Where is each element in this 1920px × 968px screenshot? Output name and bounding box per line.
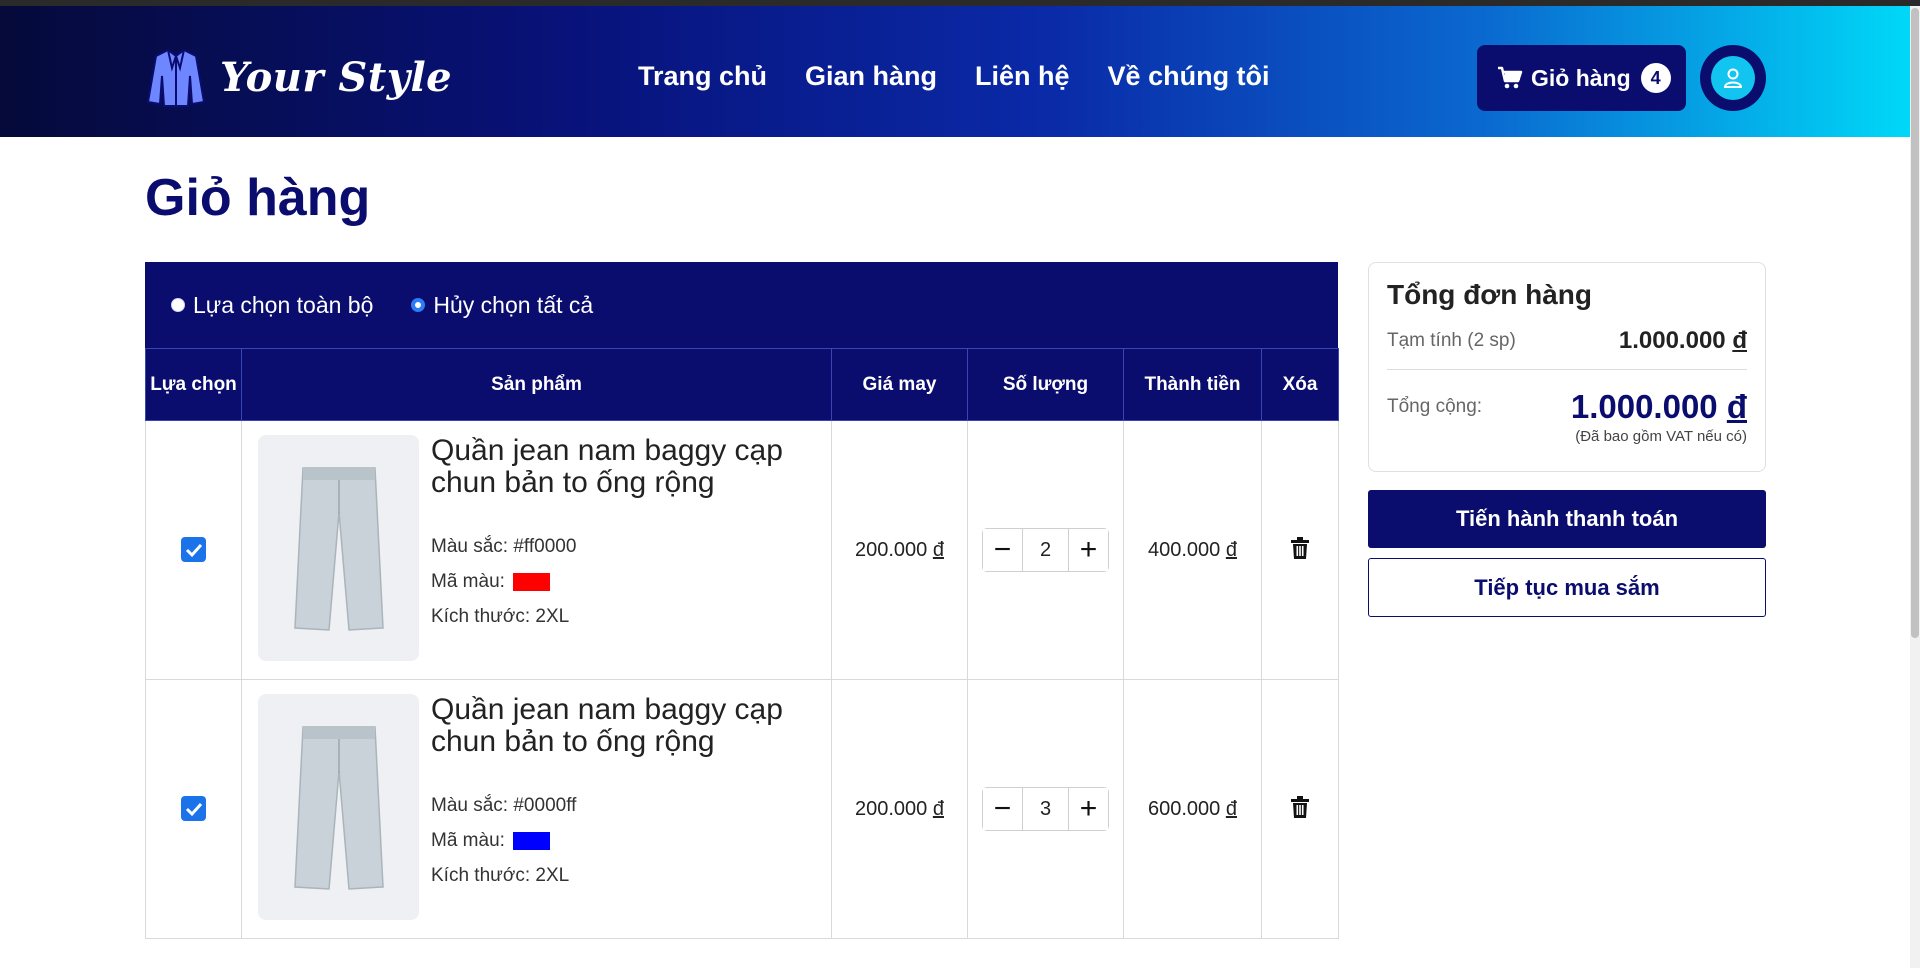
deselect-all-label: Hủy chọn tất cả bbox=[433, 291, 594, 318]
vat-note: (Đã bao gồm VAT nếu có) bbox=[1575, 428, 1747, 445]
unit-price: 200.000 đ bbox=[855, 538, 944, 561]
nav-contact[interactable]: Liên hệ bbox=[975, 61, 1070, 92]
page-title: Giỏ hàng bbox=[145, 169, 371, 227]
select-all-radio[interactable] bbox=[171, 298, 185, 312]
product-color: Màu sắc: #ff0000 bbox=[431, 535, 577, 557]
color-code-label: Mã màu: bbox=[431, 829, 505, 851]
header-total: Thành tiền bbox=[1123, 348, 1262, 421]
product-size: Kích thước: 2XL bbox=[431, 605, 570, 627]
jeans-image-icon bbox=[293, 726, 384, 890]
subtotal-value: 1.000.000 đ bbox=[1618, 327, 1747, 354]
logo[interactable]: Your Style bbox=[146, 46, 452, 108]
table-row: Quần jean nam baggy cạp chun bản to ống … bbox=[145, 420, 1339, 680]
line-total-cell: 600.000 đ bbox=[1123, 679, 1262, 939]
nav-about[interactable]: Về chúng tôi bbox=[1108, 61, 1270, 92]
quantity-stepper: − 3 + bbox=[982, 787, 1109, 831]
user-icon bbox=[1723, 68, 1743, 88]
checkout-button[interactable]: Tiến hành thanh toán bbox=[1368, 490, 1766, 548]
product-size: Kích thước: 2XL bbox=[431, 864, 570, 886]
header-product: Sản phẩm bbox=[241, 348, 832, 421]
deselect-all-option[interactable]: Hủy chọn tất cả bbox=[411, 292, 593, 319]
continue-shopping-button[interactable]: Tiếp tục mua sắm bbox=[1368, 558, 1766, 617]
jacket-logo-icon bbox=[146, 48, 206, 107]
select-cell bbox=[145, 420, 242, 680]
total-label: Tổng cộng: bbox=[1387, 396, 1483, 417]
cart-table-section: Lựa chọn toàn bộ Hủy chọn tất cả Lựa chọ… bbox=[145, 262, 1339, 939]
nav-shop[interactable]: Gian hàng bbox=[805, 61, 937, 92]
color-swatch bbox=[512, 831, 550, 850]
color-swatch bbox=[512, 572, 550, 591]
subtotal-label: Tạm tính (2 sp) bbox=[1387, 330, 1516, 351]
user-account-button[interactable] bbox=[1700, 45, 1766, 111]
decrease-button[interactable]: − bbox=[983, 529, 1022, 571]
quantity-value[interactable]: 2 bbox=[1022, 529, 1069, 571]
increase-button[interactable]: + bbox=[1069, 788, 1108, 830]
total-value: 1.000.000 đ bbox=[1570, 388, 1747, 425]
product-cell: Quần jean nam baggy cạp chun bản to ống … bbox=[241, 420, 832, 680]
nav-home[interactable]: Trang chủ bbox=[638, 61, 767, 92]
deselect-all-radio[interactable] bbox=[411, 298, 426, 312]
selection-bar: Lựa chọn toàn bộ Hủy chọn tất cả bbox=[145, 262, 1338, 348]
logo-text: Your Style bbox=[220, 53, 453, 101]
avatar bbox=[1711, 56, 1755, 100]
product-color-code: Mã màu: bbox=[431, 564, 831, 599]
price-cell: 200.000 đ bbox=[831, 420, 968, 680]
cart-table: Lựa chọn Sản phẩm Giá may Số lượng Thành… bbox=[145, 348, 1339, 939]
cart-icon bbox=[1498, 66, 1523, 89]
table-header-row: Lựa chọn Sản phẩm Giá may Số lượng Thành… bbox=[145, 348, 1339, 421]
delete-cell bbox=[1261, 679, 1339, 939]
increase-button[interactable]: + bbox=[1069, 529, 1108, 571]
delete-cell bbox=[1261, 420, 1339, 680]
quantity-stepper: − 2 + bbox=[982, 528, 1109, 572]
header-price: Giá may bbox=[831, 348, 968, 421]
quantity-cell: − 3 + bbox=[967, 679, 1124, 939]
cart-count-badge: 4 bbox=[1640, 63, 1671, 93]
quantity-cell: − 2 + bbox=[967, 420, 1124, 680]
header-quantity: Số lượng bbox=[967, 348, 1124, 421]
order-summary: Tổng đơn hàng Tạm tính (2 sp) 1.000.000 … bbox=[1368, 262, 1766, 472]
select-all-label: Lựa chọn toàn bộ bbox=[193, 291, 374, 318]
item-checkbox[interactable] bbox=[181, 796, 206, 822]
product-name[interactable]: Quần jean nam baggy cạp chun bản to ống … bbox=[431, 694, 831, 758]
navbar: Your Style Trang chủ Gian hàng Liên hệ V… bbox=[0, 6, 1910, 137]
scrollbar-thumb[interactable] bbox=[1911, 8, 1919, 638]
item-checkbox[interactable] bbox=[181, 537, 206, 563]
header-select: Lựa chọn bbox=[145, 348, 242, 421]
delete-button[interactable] bbox=[1291, 795, 1309, 823]
jeans-image-icon bbox=[293, 467, 384, 631]
subtotal-row: Tạm tính (2 sp) 1.000.000 đ bbox=[1387, 327, 1747, 355]
decrease-button[interactable]: − bbox=[983, 788, 1022, 830]
cart-button[interactable]: Giỏ hàng 4 bbox=[1477, 45, 1686, 111]
product-cell: Quần jean nam baggy cạp chun bản to ống … bbox=[241, 679, 832, 939]
cart-label: Giỏ hàng bbox=[1531, 64, 1631, 91]
summary-title: Tổng đơn hàng bbox=[1387, 279, 1592, 310]
total-row: Tổng cộng: 1.000.000 đ bbox=[1387, 388, 1747, 426]
product-image[interactable] bbox=[258, 694, 419, 920]
trash-icon bbox=[1291, 536, 1309, 559]
product-color-code: Mã màu: bbox=[431, 823, 831, 858]
price-cell: 200.000 đ bbox=[831, 679, 968, 939]
color-code-label: Mã màu: bbox=[431, 570, 505, 592]
line-total: 400.000 đ bbox=[1148, 538, 1237, 561]
checkmark-icon bbox=[185, 543, 202, 557]
trash-icon bbox=[1291, 795, 1309, 818]
select-cell bbox=[145, 679, 242, 939]
unit-price: 200.000 đ bbox=[855, 797, 944, 820]
product-name[interactable]: Quần jean nam baggy cạp chun bản to ống … bbox=[431, 435, 831, 499]
delete-button[interactable] bbox=[1291, 536, 1309, 564]
summary-divider bbox=[1387, 369, 1747, 370]
product-color: Màu sắc: #0000ff bbox=[431, 794, 577, 816]
checkmark-icon bbox=[185, 802, 202, 816]
line-total: 600.000 đ bbox=[1148, 797, 1237, 820]
header-delete: Xóa bbox=[1261, 348, 1339, 421]
product-image[interactable] bbox=[258, 435, 419, 661]
main-nav: Trang chủ Gian hàng Liên hệ Về chúng tôi bbox=[638, 61, 1270, 92]
line-total-cell: 400.000 đ bbox=[1123, 420, 1262, 680]
select-all-option[interactable]: Lựa chọn toàn bộ bbox=[171, 292, 373, 319]
table-row: Quần jean nam baggy cạp chun bản to ống … bbox=[145, 679, 1339, 939]
quantity-value[interactable]: 3 bbox=[1022, 788, 1069, 830]
